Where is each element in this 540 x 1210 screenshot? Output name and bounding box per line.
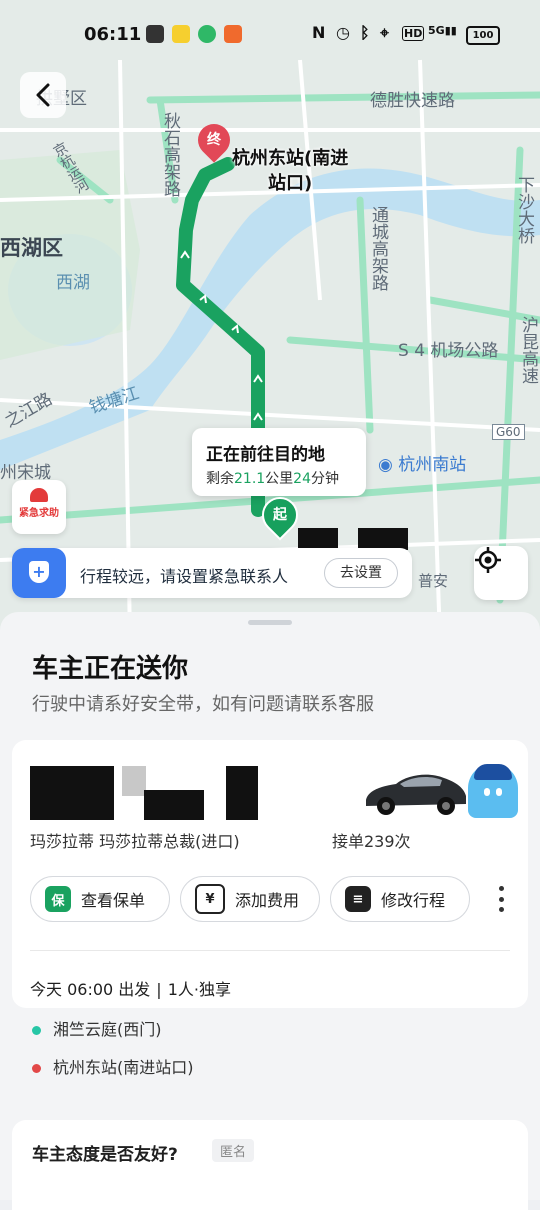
- edit-trip-button[interactable]: ≡ 修改行程: [330, 876, 470, 922]
- redaction-block: [298, 528, 338, 550]
- feedback-question: 车主态度是否友好?: [32, 1145, 178, 1165]
- network-type: 5G: [428, 24, 445, 37]
- destination-stop: 杭州东站(南进站口): [32, 1054, 194, 1078]
- add-fee-button[interactable]: ¥ 添加费用: [180, 876, 320, 922]
- map-label-tongcheng: 通城高架路: [368, 206, 388, 291]
- sheet-drag-handle[interactable]: [248, 620, 292, 625]
- remaining-distance: 21.1: [234, 471, 266, 487]
- destination-name-line2: 站口): [268, 173, 313, 194]
- map-label-xiasha: 下沙大桥: [514, 176, 534, 244]
- trip-status-bubble: 正在前往目的地 剩余21.1公里24分钟: [192, 428, 366, 496]
- sos-button[interactable]: 紧急求助: [12, 480, 66, 534]
- shield-icon: +: [12, 548, 66, 598]
- alarm-light-icon: [30, 488, 48, 502]
- map-label-puan: 普安: [418, 572, 449, 590]
- add-fee-label: 添加费用: [235, 891, 300, 910]
- destination-dot-icon: [32, 1064, 41, 1073]
- redacted-plate: [122, 766, 146, 796]
- spotify-icon: [198, 25, 216, 43]
- car-image: [366, 774, 466, 815]
- status-time: 06:11: [84, 24, 142, 45]
- trip-info-separator: |: [156, 980, 162, 999]
- nfc-icon: N: [312, 23, 326, 42]
- trip-bottom-sheet: 车主正在送你 行驶中请系好安全带，如有问题请联系客服 玛莎拉蒂 玛莎拉蒂总裁(进…: [0, 612, 540, 1210]
- station-icon: ◉: [378, 455, 399, 475]
- locate-button[interactable]: [474, 546, 528, 600]
- map-label-desheng: 德胜快速路: [370, 91, 455, 111]
- start-pin-label: 起: [273, 507, 287, 523]
- location-icon: ⌖: [380, 23, 390, 42]
- set-contact-button[interactable]: 去设置: [324, 558, 398, 588]
- trip-departure-time: 今天 06:00 出发: [30, 980, 151, 999]
- map-label-xihu-lake: 西湖: [56, 273, 90, 293]
- anonymous-badge: 匿名: [212, 1139, 255, 1162]
- status-bar: 06:11 N ◷ ᛒ ⌖ HD 5G▮▮ 100: [0, 0, 540, 68]
- route-map[interactable]: 拱墅区 德胜快速路 秋石高架路 京杭运河 下沙大桥 西湖区 西湖 通城高架路 S…: [0, 0, 540, 640]
- view-policy-button[interactable]: 保 查看保单: [30, 876, 170, 922]
- trip-info: 今天 06:00 出发 | 1人·独享: [30, 976, 231, 1000]
- chevron-left-icon: [36, 83, 50, 107]
- car-model: 玛莎拉蒂 玛莎拉蒂总裁(进口): [30, 832, 240, 851]
- redacted-plate: [30, 766, 114, 820]
- emergency-contact-message: 行程较远，请设置紧急联系人: [80, 567, 289, 586]
- remaining-minutes: 24: [293, 471, 311, 487]
- battery-indicator: 100: [466, 26, 500, 45]
- divider: [30, 950, 510, 951]
- trip-stops: 湘竺云庭(西门) 杭州东站(南进站口): [12, 1004, 528, 1104]
- map-label-jichang: S 4 机场公路: [398, 341, 499, 361]
- feedback-card: 车主态度是否友好? 匿名: [12, 1120, 528, 1210]
- destination-stop-name: 杭州东站(南进站口): [53, 1058, 194, 1077]
- driver-card: 玛莎拉蒂 玛莎拉蒂总裁(进口) 接单239次 保 查看保单 ¥ 添加费用 ≡ 修…: [12, 740, 528, 1008]
- g60-shield: G60: [492, 424, 525, 440]
- station-name: 杭州南站: [398, 455, 467, 475]
- wechat-icon: [146, 25, 164, 43]
- origin-name: 湘竺云庭(西门): [53, 1020, 162, 1039]
- origin-dot-icon: [32, 1026, 41, 1035]
- insurance-icon: 保: [45, 886, 71, 912]
- distance-unit: 公里: [265, 471, 294, 487]
- minutes-unit: 分钟: [311, 471, 339, 487]
- sheet-subtitle: 行驶中请系好安全带，如有问题请联系客服: [32, 694, 374, 715]
- fee-icon: ¥: [195, 884, 225, 914]
- edit-trip-label: 修改行程: [381, 891, 446, 910]
- edit-icon: ≡: [345, 886, 371, 912]
- driver-avatar[interactable]: [468, 764, 518, 818]
- origin-stop: 湘竺云庭(西门): [32, 1016, 162, 1040]
- alarm-icon: ◷: [336, 23, 350, 42]
- destination-name-line1: 杭州东站(南进: [232, 148, 349, 169]
- emergency-contact-banner: + 行程较远，请设置紧急联系人 去设置: [12, 548, 412, 598]
- hd-icon: HD: [402, 26, 425, 41]
- trip-passengers: 1人·独享: [167, 980, 231, 999]
- redacted-plate: [226, 766, 258, 820]
- more-options-icon[interactable]: [496, 886, 506, 912]
- map-label-huyun: 沪昆高速: [518, 316, 538, 384]
- driver-order-count: 接单239次: [332, 832, 411, 851]
- destination-pin-icon: 终: [191, 117, 237, 163]
- sos-label: 紧急求助: [19, 508, 59, 519]
- map-label-xihu-district: 西湖区: [0, 236, 63, 260]
- bluetooth-icon: ᛒ: [360, 23, 370, 42]
- crosshair-icon: [475, 547, 501, 573]
- trip-remaining: 剩余21.1公里24分钟: [206, 468, 339, 488]
- map-label-station-nan: ◉ 杭州南站: [378, 450, 466, 475]
- redaction-block: [358, 528, 408, 550]
- destination-name: 杭州东站(南进 站口): [232, 146, 348, 196]
- meituan-icon: [172, 25, 190, 43]
- remaining-prefix: 剩余: [206, 471, 234, 487]
- signal-icon: 5G▮▮: [428, 24, 457, 37]
- redacted-plate: [144, 790, 204, 820]
- back-button[interactable]: [20, 72, 66, 118]
- sheet-title: 车主正在送你: [32, 654, 189, 684]
- view-policy-label: 查看保单: [81, 891, 146, 910]
- app-icon: [224, 25, 242, 43]
- map-label-qiushi: 秋石高架路: [160, 112, 180, 197]
- trip-status-title: 正在前往目的地: [206, 445, 325, 465]
- destination-pin-label: 终: [207, 132, 221, 148]
